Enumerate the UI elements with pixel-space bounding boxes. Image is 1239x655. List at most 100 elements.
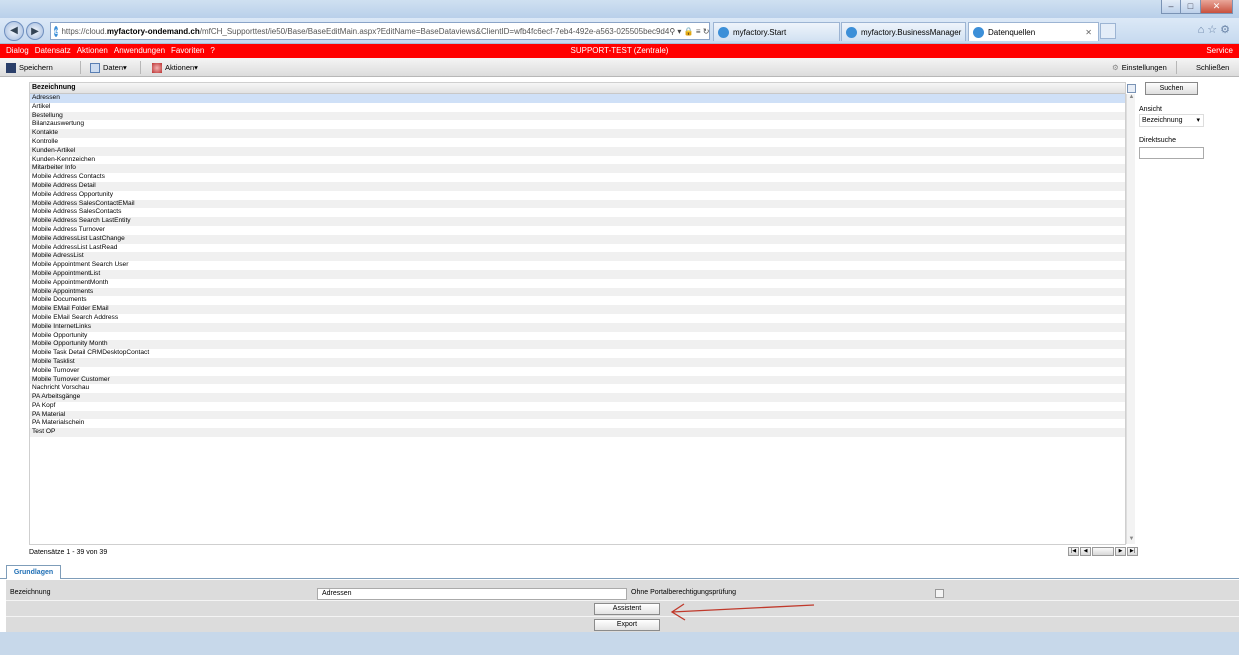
list-item[interactable]: Mobile Address Detail	[30, 181, 1125, 191]
first-page-icon[interactable]: |◀	[1068, 547, 1079, 556]
annotation-arrow	[670, 603, 815, 621]
window-controls: – □ ✕	[1161, 0, 1233, 14]
scroll-down-icon[interactable]: ▼	[1127, 536, 1136, 544]
minimize-icon[interactable]: –	[1161, 0, 1181, 14]
new-tab-button[interactable]	[1100, 23, 1116, 39]
settings-button[interactable]: ⚙ Einstellungen	[1112, 61, 1167, 74]
tab-icon	[846, 26, 857, 38]
tab-datenquellen[interactable]: Datenquellen ✕	[968, 22, 1099, 41]
menu-service[interactable]: Service	[1206, 46, 1233, 55]
client-title: SUPPORT-TEST (Zentrale)	[570, 46, 669, 55]
list-item[interactable]: Adressen	[30, 94, 1125, 103]
address-bar[interactable]: e https://cloud.myfactory-ondemand.ch/mf…	[50, 22, 710, 40]
list-item[interactable]: PA Arbeitsgänge	[30, 393, 1125, 402]
list-item[interactable]: PA Kopf	[30, 402, 1125, 411]
tab-myfactory-start[interactable]: myfactory.Start	[713, 22, 840, 41]
actions-menu-button[interactable]: Aktionen▾	[152, 61, 198, 74]
prev-page-icon[interactable]: ◀	[1080, 547, 1091, 556]
next-page-icon[interactable]: ▶	[1115, 547, 1126, 556]
list-item[interactable]: Test OP	[30, 428, 1125, 438]
close-tab-icon[interactable]: ✕	[1085, 28, 1092, 37]
forward-icon[interactable]: ▶	[26, 22, 44, 40]
assistant-button[interactable]: Assistent	[594, 603, 660, 615]
direct-search-input[interactable]	[1139, 147, 1204, 159]
list-item[interactable]: Mobile Address Opportunity	[30, 191, 1125, 200]
last-page-icon[interactable]: ▶|	[1127, 547, 1138, 556]
scroll-up-icon[interactable]: ▲	[1127, 94, 1136, 102]
list-item[interactable]: Mobile Address Search LastEntity	[30, 217, 1125, 226]
gear-icon: ⚙	[1112, 63, 1119, 72]
list-item[interactable]: Mobile Turnover	[30, 367, 1125, 376]
list-item[interactable]: Mobile Documents	[30, 296, 1125, 305]
bezeichnung-field[interactable]: Adressen	[317, 588, 627, 600]
list-item[interactable]: Mobile InternetLinks	[30, 322, 1125, 332]
portal-check-label: Ohne Portalberechtigungsprüfung	[631, 589, 737, 596]
list-item[interactable]: Mobile EMail Folder EMail	[30, 305, 1125, 314]
portal-checkbox[interactable]	[935, 589, 944, 598]
list-item[interactable]: Kontakte	[30, 129, 1125, 138]
list-item[interactable]: Mobile AdressList	[30, 252, 1125, 262]
list-item[interactable]: Mobile Address SalesContactEMail	[30, 199, 1125, 209]
list-item[interactable]: Mobile Address Turnover	[30, 226, 1125, 235]
list-item[interactable]: Mobile Task Detail CRMDesktopContact	[30, 349, 1125, 358]
list-item[interactable]: Mitarbeiter Info	[30, 164, 1125, 174]
detail-tabs: Grundlagen	[0, 565, 1239, 579]
list-item[interactable]: Artikel	[30, 103, 1125, 112]
list-item[interactable]: Kunden-Kennzeichen	[30, 156, 1125, 165]
list-item[interactable]: Kunden-Artikel	[30, 146, 1125, 156]
export-button[interactable]: Export	[594, 619, 660, 631]
list-item[interactable]: Mobile AddressList LastChange	[30, 234, 1125, 244]
list-item[interactable]: Mobile AddressList LastRead	[30, 244, 1125, 253]
list-item[interactable]: Mobile Address Contacts	[30, 173, 1125, 182]
close-button[interactable]: Schließen	[1196, 61, 1229, 74]
list-item[interactable]: Mobile Turnover Customer	[30, 375, 1125, 385]
list-item[interactable]: Mobile EMail Search Address	[30, 314, 1125, 323]
list-item[interactable]: Bestellung	[30, 111, 1125, 121]
window-titlebar: – □ ✕	[0, 0, 1239, 18]
list-scrollbar[interactable]: ▲ ▼	[1126, 94, 1135, 544]
search-button[interactable]: Suchen	[1145, 82, 1198, 95]
view-select[interactable]: Bezeichnung ▾	[1139, 114, 1204, 127]
list-item[interactable]: Mobile Address SalesContacts	[30, 208, 1125, 217]
record-count: Datensätze 1 - 39 von 39	[29, 549, 108, 556]
list-item[interactable]: Mobile Opportunity	[30, 332, 1125, 341]
form-row: Export	[6, 617, 1239, 632]
list-item[interactable]: Kontrolle	[30, 138, 1125, 147]
app-menubar: Dialog Datensatz Aktionen Anwendungen Fa…	[0, 44, 1239, 58]
list-rows: Adressen Artikel Bestellung Bilanzauswertun…	[30, 94, 1125, 438]
close-window-icon[interactable]: ✕	[1201, 0, 1233, 14]
datasource-list: Bezeichnung Adressen Artikel Bestellung Bil…	[29, 82, 1126, 545]
list-item[interactable]: Mobile Opportunity Month	[30, 340, 1125, 350]
actions-icon	[152, 62, 162, 73]
form-row: Bezeichnung Adressen Ohne Portalberechti…	[6, 580, 1239, 601]
list-item[interactable]: Mobile Appointments	[30, 287, 1125, 297]
toolbar-separator	[1176, 61, 1177, 74]
toolbar-separator	[140, 61, 141, 74]
tab-grundlagen[interactable]: Grundlagen	[6, 565, 61, 579]
bezeichnung-label: Bezeichnung	[10, 589, 51, 596]
back-icon[interactable]: ◀	[4, 21, 24, 41]
list-item[interactable]: PA Material	[30, 410, 1125, 420]
grid-settings-icon[interactable]	[1127, 84, 1136, 93]
ie-icon: e	[54, 25, 59, 37]
address-controls[interactable]: ⚲ ▾ 🔒 ≡ ↻ ✕	[669, 27, 709, 36]
toolbar-separator	[80, 61, 81, 74]
browser-icons[interactable]: ⌂☆⚙	[1198, 23, 1233, 36]
dropdown-arrow-icon: ▾	[1196, 117, 1200, 124]
list-item[interactable]: Mobile Tasklist	[30, 357, 1125, 367]
column-header-bezeichnung[interactable]: Bezeichnung	[30, 83, 1125, 94]
list-item[interactable]: Mobile Appointment Search User	[30, 261, 1125, 270]
browser-navbar: ◀ ▶ e https://cloud.myfactory-ondemand.c…	[0, 18, 1239, 44]
arrow-shaft	[671, 604, 815, 613]
list-item[interactable]: Mobile AppointmentList	[30, 269, 1125, 279]
list-item[interactable]: PA Materialschein	[30, 419, 1125, 428]
maximize-icon[interactable]: □	[1181, 0, 1201, 14]
list-item[interactable]: Nachricht Vorschau	[30, 384, 1125, 393]
tab-businessmanager[interactable]: myfactory.BusinessManager	[841, 22, 966, 41]
save-button[interactable]: Speichern	[6, 61, 53, 74]
list-item[interactable]: Bilanzauswertung	[30, 120, 1125, 129]
save-icon	[6, 62, 16, 73]
list-item[interactable]: Mobile AppointmentMonth	[30, 279, 1125, 288]
data-menu-button[interactable]: Daten▾	[90, 61, 127, 74]
page-field[interactable]	[1092, 547, 1114, 556]
